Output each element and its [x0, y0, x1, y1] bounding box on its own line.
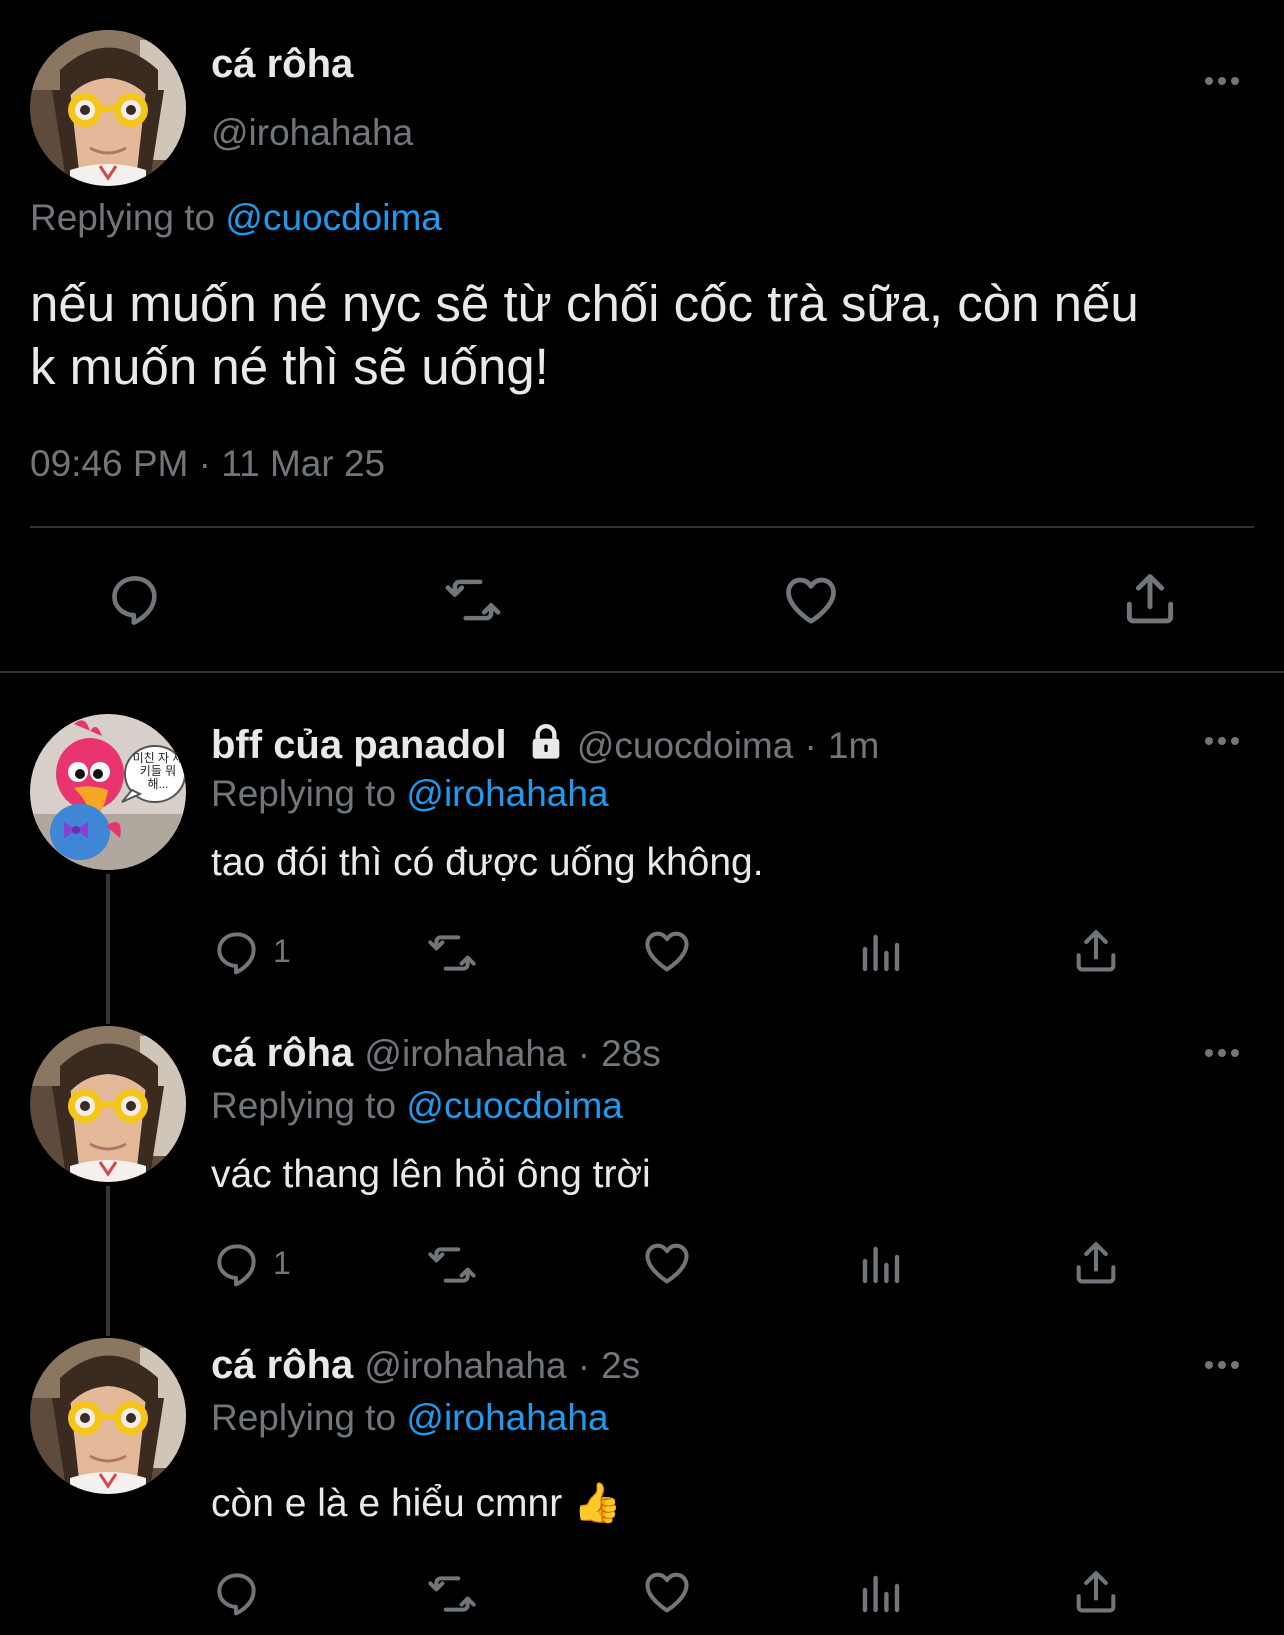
lock-icon — [532, 724, 560, 759]
avatar-main[interactable] — [30, 30, 186, 186]
reply-1-display-name[interactable]: bff của panadol — [211, 723, 507, 767]
reply-icon[interactable] — [106, 570, 164, 628]
header-separator: · — [804, 725, 817, 766]
more-icon[interactable] — [1202, 1357, 1242, 1373]
reply-3-text: còn e là e hiểu cmnr 👍 — [211, 1480, 622, 1526]
replying-to-link[interactable]: @cuocdoima — [225, 197, 442, 238]
retweet-icon[interactable] — [424, 1569, 480, 1619]
like-icon[interactable] — [641, 1237, 693, 1289]
reply-1-replying-line: Replying to @irohahaha — [211, 773, 609, 815]
divider — [30, 526, 1254, 528]
replying-to-link[interactable]: @cuocdoima — [406, 1085, 623, 1126]
reply-2-header: cá rôha @irohahaha · 28s — [211, 1031, 661, 1076]
reply-1-age[interactable]: 1m — [828, 725, 879, 766]
replying-to-link[interactable]: @irohahaha — [406, 773, 608, 814]
reply-icon[interactable] — [212, 1568, 262, 1618]
thread-line — [106, 1186, 110, 1336]
retweet-icon[interactable] — [424, 1240, 480, 1290]
avatar-reply-3[interactable] — [30, 1338, 186, 1494]
reply-2-age[interactable]: 28s — [601, 1033, 661, 1074]
reply-3-handle[interactable]: @irohahaha — [364, 1345, 566, 1386]
reply-count: 1 — [273, 933, 291, 969]
reply-3-replying-line: Replying to @irohahaha — [211, 1397, 609, 1439]
main-tweet-text: nếu muốn né nyc sẽ từ chối cốc trà sữa, … — [30, 272, 1139, 398]
more-icon[interactable] — [1202, 1045, 1242, 1061]
replying-prefix: Replying to — [211, 1397, 397, 1438]
reply-1-handle[interactable]: @cuocdoima — [577, 725, 794, 766]
main-display-name[interactable]: cá rôha — [211, 42, 353, 87]
more-icon[interactable] — [1202, 73, 1242, 89]
section-divider — [0, 671, 1284, 673]
reply-2-text: vác thang lên hỏi ông trời — [211, 1153, 651, 1196]
reply-3-text-body: còn e là e hiểu cmnr — [211, 1482, 563, 1525]
replying-prefix: Replying to — [211, 1085, 397, 1126]
main-handle[interactable]: @irohahaha — [211, 112, 413, 154]
main-tweet-text-line2: k muốn né thì sẽ uống! — [30, 338, 549, 395]
reply-3-display-name[interactable]: cá rôha — [211, 1343, 353, 1387]
like-icon[interactable] — [641, 925, 693, 977]
avatar-reply-2[interactable] — [30, 1026, 186, 1182]
reply-3-header: cá rôha @irohahaha · 2s — [211, 1343, 640, 1388]
views-icon[interactable] — [857, 1238, 905, 1288]
reply-icon[interactable] — [212, 1239, 262, 1289]
main-time[interactable]: 09:46 PM — [30, 443, 188, 484]
reply-1-header: bff của panadol @cuocdoima · 1m — [211, 722, 879, 768]
replying-to-link[interactable]: @irohahaha — [406, 1397, 608, 1438]
thread-line — [106, 874, 110, 1024]
reply-2-replying-line: Replying to @cuocdoima — [211, 1085, 623, 1127]
reply-icon[interactable] — [212, 927, 262, 977]
timestamp-separator: · — [198, 443, 211, 484]
replying-prefix: Replying to — [30, 197, 216, 238]
main-replying-line: Replying to @cuocdoima — [30, 197, 442, 239]
header-separator: · — [577, 1345, 591, 1386]
reply-3-age[interactable]: 2s — [601, 1345, 640, 1386]
share-icon[interactable] — [1070, 1566, 1122, 1618]
views-icon[interactable] — [857, 1567, 905, 1617]
like-icon[interactable] — [641, 1566, 693, 1618]
share-icon[interactable] — [1070, 1237, 1122, 1289]
avatar-bubble-text: 미친 자 새키들 뭐해... — [132, 751, 184, 791]
main-date[interactable]: 11 Mar 25 — [221, 443, 385, 484]
reply-1-text: tao đói thì có được uống không. — [211, 841, 764, 884]
retweet-icon[interactable] — [424, 928, 480, 978]
replying-prefix: Replying to — [211, 773, 397, 814]
main-timestamp: 09:46 PM · 11 Mar 25 — [30, 443, 385, 485]
views-icon[interactable] — [857, 926, 905, 976]
more-icon[interactable] — [1202, 733, 1242, 749]
share-icon[interactable] — [1070, 925, 1122, 977]
like-icon[interactable] — [781, 570, 841, 630]
share-icon[interactable] — [1119, 568, 1181, 630]
header-separator: · — [577, 1033, 591, 1074]
thumbs-up-emoji: 👍 — [573, 1482, 622, 1525]
main-tweet-text-line1: nếu muốn né nyc sẽ từ chối cốc trà sữa, … — [30, 275, 1139, 332]
reply-2-handle[interactable]: @irohahaha — [364, 1033, 566, 1074]
retweet-icon[interactable] — [440, 571, 506, 629]
reply-2-display-name[interactable]: cá rôha — [211, 1031, 353, 1075]
avatar-reply-1[interactable]: 미친 자 새키들 뭐해... — [30, 714, 186, 870]
reply-count: 1 — [273, 1245, 291, 1281]
